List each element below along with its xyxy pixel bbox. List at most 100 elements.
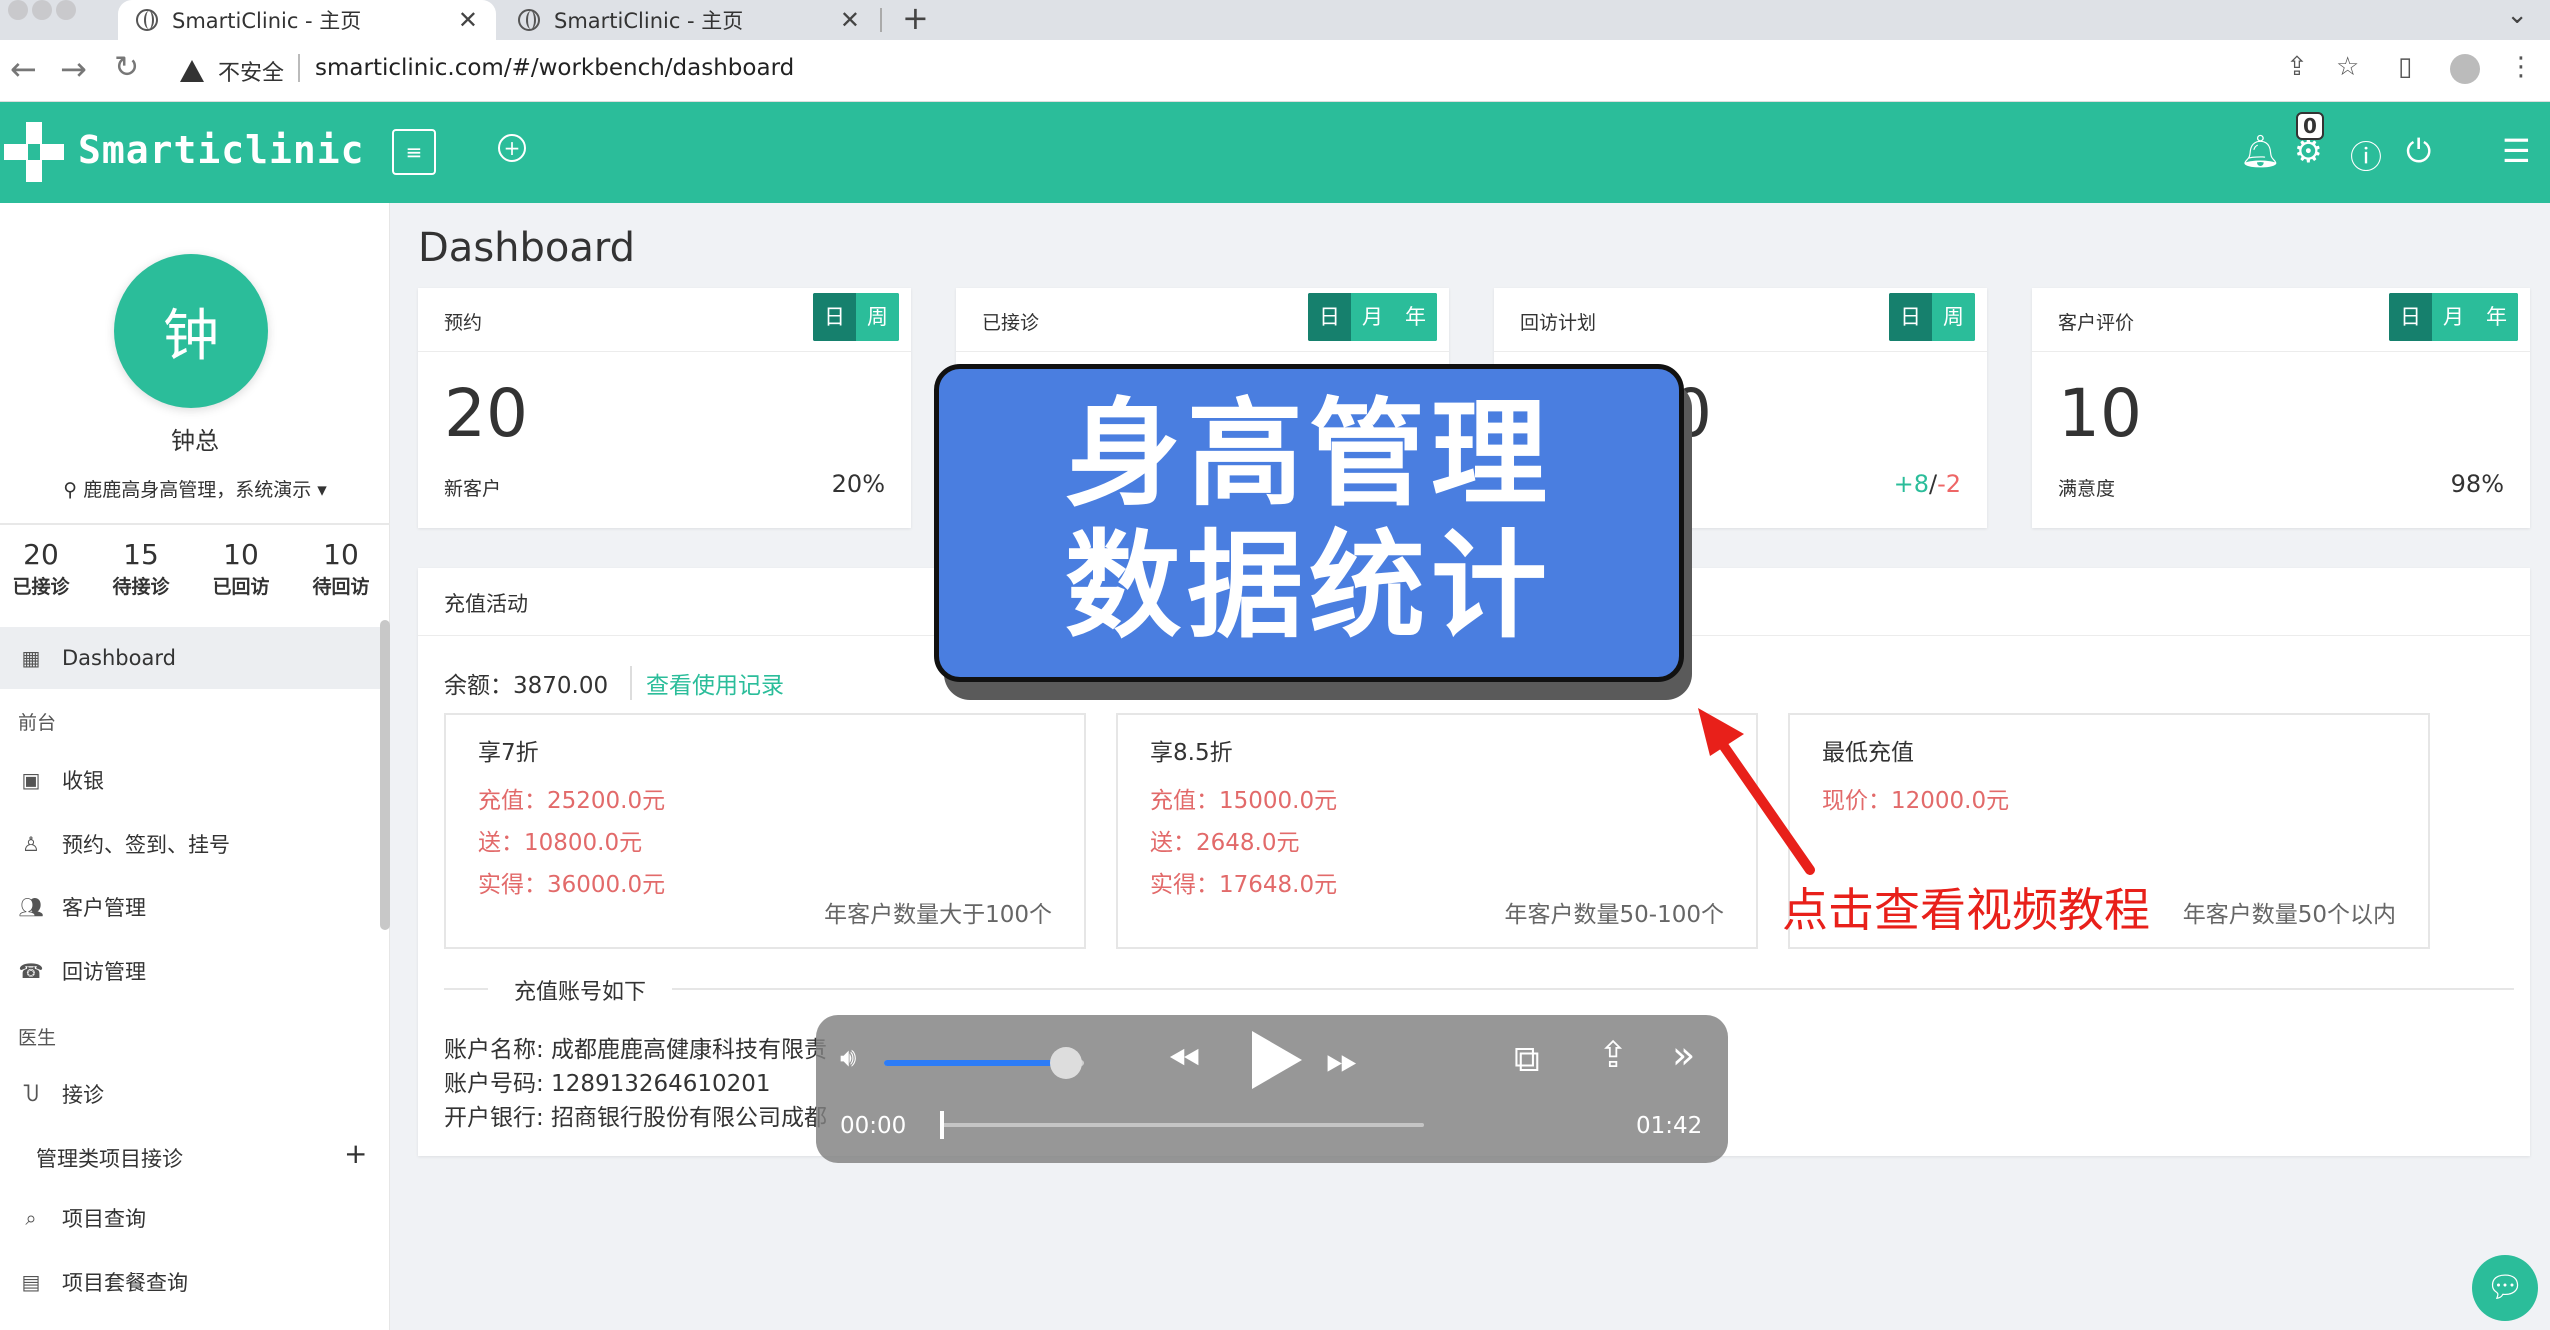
new-tab-button[interactable]: + <box>902 0 929 36</box>
plan-line: 送：2648.0元 <box>1150 830 1300 856</box>
window-zoom-dot[interactable] <box>56 0 76 20</box>
more-chevron-icon[interactable]: » <box>1672 1033 1695 1077</box>
stat-label: 已接诊 <box>12 576 70 598</box>
card-title: 回访计划 <box>1520 312 1597 334</box>
volume-fill <box>884 1060 1054 1066</box>
wechat-chat-icon[interactable]: 💬︎ <box>2472 1255 2538 1321</box>
stat-to-visit[interactable]: 10 待回访 <box>292 540 390 599</box>
panel-title: 充值活动 <box>444 592 528 616</box>
delta-positive: +8 <box>1893 470 1929 498</box>
duration: 01:42 <box>1636 1113 1703 1139</box>
browser-tab-1[interactable]: SmartiClinic - 主页 ✕ <box>118 0 496 40</box>
security-indicator[interactable]: 不安全 <box>180 55 284 87</box>
card-header: 客户评价 日 月 年 <box>2032 288 2530 352</box>
avatar[interactable]: 钟 <box>114 254 268 408</box>
sidebar-item-consult[interactable]: Ⴎ 接诊 <box>0 1063 380 1125</box>
stat-received[interactable]: 20 已接诊 <box>0 540 90 599</box>
balance: 余额：3870.00 <box>444 666 608 700</box>
org-selector[interactable]: ⚲ 鹿鹿高身高管理，系统演示 ▾ <box>0 475 390 502</box>
browser-menu-icon[interactable]: ⋮ <box>2508 52 2534 82</box>
card-title: 已接诊 <box>982 312 1040 334</box>
delta-separator: / <box>1928 470 1938 498</box>
power-icon[interactable]: ⏻ <box>2406 132 2431 171</box>
sidebar-item-project-query[interactable]: ⌕ 项目查询 <box>0 1187 380 1249</box>
sidebar-item-project-consult[interactable]: 管理类项目接诊 <box>36 1143 183 1173</box>
tab-title: SmartiClinic - 主页 <box>554 9 744 33</box>
account-name: 账户名称: 成都鹿鹿高健康科技有限责 <box>444 1037 828 1063</box>
stat-value: 15 <box>123 538 159 571</box>
sidebar-scrollbar[interactable] <box>380 620 390 930</box>
card-title: 客户评价 <box>2058 312 2135 334</box>
period-day-tab[interactable]: 日 <box>813 293 856 341</box>
progress-track[interactable] <box>940 1123 1424 1127</box>
rewind-icon[interactable]: ⏪︎ <box>1168 1037 1200 1083</box>
usage-history-link[interactable]: 查看使用记录 <box>630 666 784 700</box>
document-search-icon: ▤ <box>21 1270 41 1294</box>
sidebar-item-package-query[interactable]: ▤ 项目套餐查询 <box>0 1251 380 1313</box>
volume-knob[interactable] <box>1050 1047 1082 1079</box>
period-day-tab[interactable]: 日 <box>1889 293 1932 341</box>
stat-value: 10 <box>223 538 259 571</box>
volume-icon[interactable]: 🔊︎ <box>840 1043 856 1074</box>
browser-tab-2[interactable]: SmartiClinic - 主页 ✕ <box>500 0 878 40</box>
balance-label: 余额： <box>444 673 513 699</box>
window-close-dot[interactable] <box>8 0 28 20</box>
tab-title: SmartiClinic - 主页 <box>172 9 362 33</box>
window-minimize-dot[interactable] <box>32 0 52 20</box>
recharge-plan-card[interactable]: 享7折 充值：25200.0元 送：10800.0元 实得：36000.0元 年… <box>444 713 1086 949</box>
sidebar-panel-icon[interactable]: ▯ <box>2398 52 2412 82</box>
play-icon[interactable] <box>1248 1029 1304 1091</box>
tab-close-icon[interactable]: ✕ <box>458 6 478 34</box>
globe-icon <box>136 9 158 31</box>
menu-toggle-button[interactable]: ≡ <box>392 129 436 175</box>
app-header: Smarticlinic ≡ + 🔔︎ ⚙ ⓘ ⏻ ☰ <box>0 102 2550 203</box>
sidebar-item-label: 项目套餐查询 <box>62 1271 188 1295</box>
stat-visited[interactable]: 10 已回访 <box>192 540 290 599</box>
stat-waiting[interactable]: 15 待接诊 <box>92 540 190 599</box>
period-month-tab[interactable]: 月 <box>2432 293 2475 341</box>
picture-in-picture-icon[interactable]: ⧉ <box>1514 1039 1540 1081</box>
tab-close-icon[interactable]: ✕ <box>840 6 860 34</box>
video-tutorial-link[interactable]: 点击查看视频教程 <box>1782 874 2150 940</box>
collapse-menu-icon[interactable]: ☰ <box>2502 132 2531 170</box>
period-day-tab[interactable]: 日 <box>1308 293 1351 341</box>
card-sublabel: 新客户 <box>444 478 502 500</box>
screen: SmartiClinic - 主页 ✕ SmartiClinic - 主页 ✕ … <box>0 0 2550 1330</box>
expand-plus-icon[interactable]: + <box>344 1137 367 1170</box>
plan-title: 享7折 <box>478 740 539 766</box>
url-input[interactable]: smarticlinic.com/#/workbench/dashboard <box>315 55 794 81</box>
add-icon[interactable]: + <box>498 134 526 162</box>
reload-icon[interactable]: ↻ <box>114 50 139 85</box>
forward-icon[interactable]: → <box>60 50 87 88</box>
help-icon[interactable]: ⓘ <box>2350 132 2382 178</box>
share-icon[interactable]: ⇪ <box>2286 52 2308 82</box>
sidebar-item-followup[interactable]: ☎ 回访管理 <box>0 940 380 1002</box>
sidebar-item-cashier[interactable]: ▣ 收银 <box>0 749 380 811</box>
card-sublabel: 满意度 <box>2058 478 2116 500</box>
period-year-tab[interactable]: 年 <box>1394 293 1437 341</box>
bell-icon[interactable]: 🔔︎ <box>2240 132 2281 170</box>
sidebar-item-appointment[interactable]: ♙ 预约、签到、挂号 <box>0 813 380 875</box>
period-month-tab[interactable]: 月 <box>1351 293 1394 341</box>
back-icon[interactable]: ← <box>10 50 37 88</box>
sidebar-item-dashboard[interactable]: ▦ Dashboard <box>0 627 380 689</box>
fast-forward-icon[interactable]: ⏩︎ <box>1326 1037 1358 1083</box>
recharge-plan-card[interactable]: 享8.5折 充值：15000.0元 送：2648.0元 实得：17648.0元 … <box>1116 713 1758 949</box>
progress-handle[interactable] <box>940 1111 944 1139</box>
profile-avatar-icon[interactable] <box>2450 54 2480 84</box>
sidebar-item-label: 预约、签到、挂号 <box>62 833 230 857</box>
period-day-tab[interactable]: 日 <box>2389 293 2432 341</box>
volume-slider[interactable] <box>884 1047 1084 1079</box>
period-week-tab[interactable]: 周 <box>1932 293 1975 341</box>
plan-note: 年客户数量大于100个 <box>824 902 1052 928</box>
period-year-tab[interactable]: 年 <box>2475 293 2518 341</box>
tab-search-chevron-icon[interactable]: ⌄ <box>2506 0 2528 30</box>
share-icon[interactable]: ⇪ <box>1598 1035 1628 1076</box>
bookmark-star-icon[interactable]: ☆ <box>2336 52 2359 82</box>
card-value: 20 <box>444 375 528 452</box>
account-bank: 开户银行: 招商银行股份有限公司成都 <box>444 1105 828 1131</box>
period-week-tab[interactable]: 周 <box>856 293 899 341</box>
sidebar-item-customers[interactable]: 👥︎ 客户管理 <box>0 876 380 938</box>
plan-line: 实得：17648.0元 <box>1150 872 1338 898</box>
period-toggle: 日 月 年 <box>1308 293 1437 341</box>
